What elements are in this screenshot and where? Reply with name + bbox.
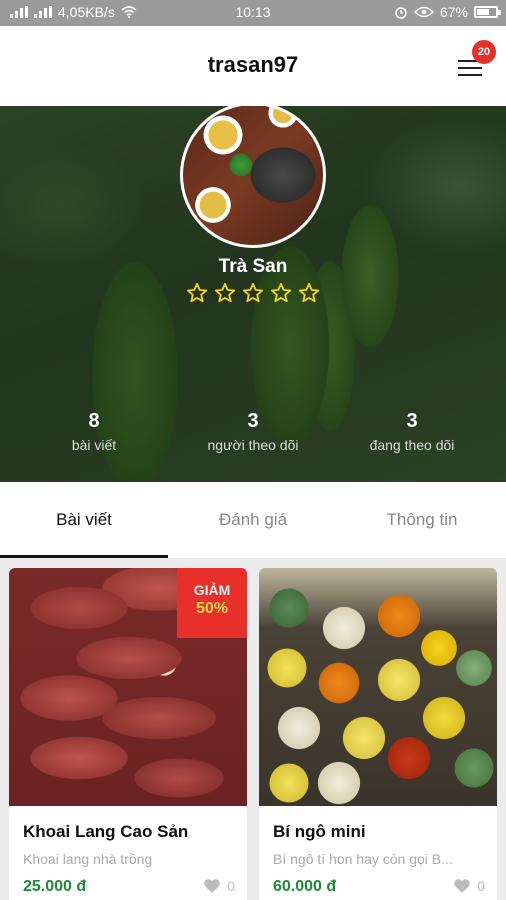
stat-posts-label: bài viết (71, 437, 117, 453)
stat-followers[interactable]: 3 người theo dõi (173, 410, 333, 453)
tab-posts[interactable]: Bài viết (0, 482, 168, 558)
rating-stars (0, 282, 506, 304)
profile-hero: Trà San 8 bài viết 3 người theo dõi 3 đa… (0, 106, 506, 482)
product-image[interactable] (259, 568, 497, 806)
product-price: 60.000 đ (273, 878, 337, 895)
menu-line (458, 74, 482, 76)
status-bar: 4,05KB/s 10:13 67% (0, 0, 506, 26)
tab-reviews[interactable]: Đánh giá (169, 482, 337, 558)
stat-followers-value: 3 (247, 410, 259, 432)
stat-posts[interactable]: 8 bài viết (14, 410, 174, 453)
like-count: 0 (477, 878, 485, 894)
star-icon (186, 282, 208, 303)
star-icon (242, 282, 264, 303)
profile-name: Trà San (218, 256, 288, 277)
stat-following-value: 3 (406, 410, 418, 432)
stat-followers-label: người theo dõi (207, 437, 299, 453)
alarm-icon (395, 7, 407, 19)
like-button[interactable]: 0 (453, 878, 485, 894)
battery-percent: 67% (439, 4, 468, 20)
like-button[interactable]: 0 (203, 878, 235, 894)
discount-label: GIẢM (193, 582, 231, 598)
product-grid: GIẢM 50% Khoai Lang Cao Sản Khoai lang n… (0, 558, 506, 900)
heart-icon (454, 879, 471, 893)
stat-following[interactable]: 3 đang theo dõi (332, 410, 492, 453)
discount-value: 50% (195, 600, 229, 617)
page-title: trasan97 (207, 52, 299, 77)
star-icon (298, 282, 320, 303)
battery-fill (477, 9, 489, 15)
discount-badge: GIẢM 50% (177, 568, 247, 638)
product-name: Khoai Lang Cao Sản (23, 822, 189, 841)
product-card[interactable]: Bí ngô mini Bí ngô tí hon hay còn gọi B.… (259, 568, 497, 900)
product-name: Bí ngô mini (273, 822, 366, 841)
avatar[interactable] (180, 106, 326, 248)
product-description: Khoai lang nhà trồng (23, 851, 153, 867)
product-card[interactable]: GIẢM 50% Khoai Lang Cao Sản Khoai lang n… (9, 568, 247, 900)
battery-icon (474, 6, 501, 18)
product-description: Bí ngô tí hon hay còn gọi B... (273, 851, 453, 867)
like-count: 0 (227, 878, 235, 894)
stat-posts-value: 8 (88, 410, 100, 432)
product-price: 25.000 đ (23, 878, 87, 895)
profile-tabs: Bài viết Đánh giá Thông tin (0, 482, 506, 558)
heart-icon (204, 879, 221, 893)
eye-icon (413, 6, 434, 18)
star-icon (270, 282, 292, 303)
app-header: trasan97 20 (0, 26, 506, 106)
notification-badge[interactable]: 20 (472, 40, 496, 64)
stat-following-label: đang theo dõi (369, 437, 455, 453)
status-right: 67% (394, 4, 501, 20)
tab-info[interactable]: Thông tin (338, 482, 506, 558)
menu-line (458, 67, 482, 69)
star-icon (214, 282, 236, 303)
